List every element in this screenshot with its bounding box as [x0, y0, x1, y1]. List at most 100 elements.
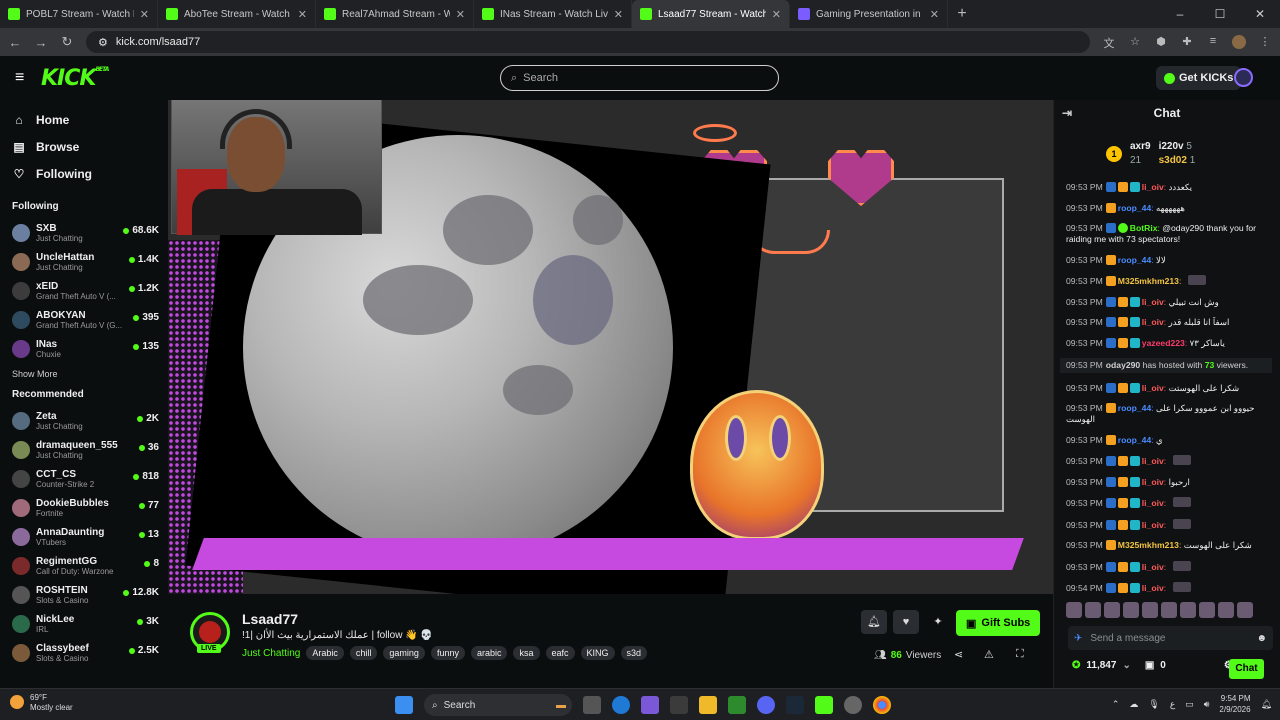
bookmark-star-icon[interactable]: ☆ — [1128, 35, 1142, 49]
kick-app-icon[interactable] — [815, 696, 833, 714]
discord-icon[interactable] — [757, 696, 775, 714]
video-player[interactable] — [168, 100, 1053, 594]
message-username[interactable]: roop_44 — [1118, 203, 1151, 213]
category-link[interactable]: Just Chatting — [242, 648, 300, 659]
sidebar-channel[interactable]: CCT_CS Counter-Strike 2 818 — [12, 464, 168, 493]
profile-avatar[interactable] — [1232, 35, 1246, 49]
task-view-icon[interactable] — [583, 696, 601, 714]
stream-tag[interactable]: ksa — [513, 646, 540, 660]
message-username[interactable]: li_oiv — [1142, 456, 1164, 466]
start-icon[interactable] — [395, 696, 413, 714]
store-icon[interactable] — [670, 696, 688, 714]
sidebar-channel[interactable]: UncleHattan Just Chatting 1.4K — [12, 247, 168, 276]
message-username[interactable]: li_oiv — [1142, 297, 1164, 307]
maximize-icon[interactable]: ☐ — [1200, 0, 1240, 28]
gifter-name[interactable]: axr9 — [1130, 140, 1151, 154]
clock[interactable]: 9:54 PM 2/9/2026 — [1219, 693, 1250, 715]
message-username[interactable]: li_oiv — [1142, 317, 1164, 327]
message-username[interactable]: li_oiv — [1142, 562, 1164, 572]
emote[interactable] — [1142, 602, 1158, 618]
sidebar-channel[interactable]: Zeta Just Chatting 2K — [12, 406, 168, 435]
sidebar-channel[interactable]: SXB Just Chatting 68.6K — [12, 218, 168, 247]
tab-close-icon[interactable]: ✕ — [930, 8, 939, 21]
extension-icon[interactable]: ⬢ — [1154, 35, 1168, 49]
copilot-icon[interactable] — [641, 696, 659, 714]
weather-widget[interactable]: 69°F Mostly clear — [10, 693, 73, 713]
hamburger-menu-icon[interactable]: ≡ — [15, 69, 29, 87]
report-icon[interactable]: ⚠ — [984, 648, 994, 661]
new-tab-button[interactable]: + — [948, 0, 976, 28]
sidebar-channel[interactable]: ABOKYAN Grand Theft Auto V (G... 395 — [12, 305, 168, 334]
tab-close-icon[interactable]: ✕ — [298, 8, 307, 21]
stream-tag[interactable]: chill — [349, 646, 378, 660]
notification-icon[interactable]: 🔔︎ — [1261, 699, 1272, 710]
stream-tag[interactable]: gaming — [383, 646, 425, 660]
tab-close-icon[interactable]: ✕ — [140, 8, 149, 21]
stream-tag[interactable]: arabic — [470, 646, 508, 660]
stream-tag[interactable]: s3d — [620, 646, 648, 660]
reload-icon[interactable]: ↻ — [60, 34, 74, 50]
clip-icon[interactable]: ⛶ — [1016, 648, 1024, 661]
site-info-icon[interactable]: ⚙ — [98, 36, 108, 49]
file-explorer-icon[interactable] — [699, 696, 717, 714]
kick-logo[interactable]: KICKBETA — [41, 66, 109, 91]
browser-tab[interactable]: Gaming Presentation in Black Neon ✕ — [790, 0, 948, 28]
sidebar-channel[interactable]: AnnaDaunting VTubers 13 — [12, 522, 168, 551]
emote[interactable] — [1199, 602, 1215, 618]
send-message-input[interactable]: ✈ Send a message ☻ — [1068, 626, 1273, 650]
emote[interactable] — [1237, 602, 1253, 618]
message-username[interactable]: li_oiv — [1142, 182, 1164, 192]
minimize-icon[interactable]: – — [1160, 0, 1200, 28]
emote[interactable] — [1218, 602, 1234, 618]
cloud-icon[interactable]: ☁ — [1129, 699, 1138, 710]
browser-tab[interactable]: INas Stream - Watch Live on Kick ✕ — [474, 0, 632, 28]
sidebar-channel[interactable]: dramaqueen_555 Just Chatting 36 — [12, 435, 168, 464]
message-username[interactable]: oday290 — [1106, 360, 1140, 370]
sidebar-nav-following[interactable]: ♡ Following — [12, 160, 168, 187]
media-icon[interactable]: ≡ — [1206, 35, 1220, 49]
tab-close-icon[interactable]: ✕ — [456, 8, 465, 21]
back-icon[interactable]: ← — [8, 35, 22, 50]
gifter-name[interactable]: s3d02 — [1159, 155, 1187, 166]
browser-tab[interactable]: Real7Ahmad Stream - Watch Live on Kick ✕ — [316, 0, 474, 28]
gifter-name[interactable]: i220v — [1159, 141, 1184, 152]
close-window-icon[interactable]: ✕ — [1240, 0, 1280, 28]
emote[interactable] — [1180, 602, 1196, 618]
message-username[interactable]: M325mkhm213 — [1118, 276, 1179, 286]
emote[interactable] — [1161, 602, 1177, 618]
message-username[interactable]: M325mkhm213 — [1118, 540, 1179, 550]
get-kicks-button[interactable]: Get KICKs — [1156, 66, 1242, 90]
emote[interactable] — [1085, 602, 1101, 618]
chrome-icon[interactable] — [873, 696, 891, 714]
sidebar-channel[interactable]: DookieBubbles Fortnite 77 — [12, 493, 168, 522]
network-icon[interactable]: ▭ — [1185, 699, 1194, 710]
message-username[interactable]: roop_44 — [1118, 435, 1151, 445]
message-username[interactable]: li_oiv — [1142, 520, 1164, 530]
menu-dots-icon[interactable]: ⋮ — [1258, 35, 1272, 49]
translate-icon[interactable]: 文 — [1102, 35, 1116, 50]
sidebar-nav-browse[interactable]: ▤ Browse — [12, 133, 168, 160]
forward-icon[interactable]: → — [34, 35, 48, 50]
follow-heart-button[interactable]: ♥ — [893, 610, 919, 634]
search-input[interactable]: ⌕ Search — [500, 65, 779, 91]
volume-icon[interactable]: 🔊︎ — [1204, 699, 1210, 710]
stream-tag[interactable]: funny — [430, 646, 465, 660]
chevron-up-icon[interactable]: ⌃ — [1112, 699, 1120, 710]
stream-tag[interactable]: Arabic — [306, 646, 344, 660]
stream-tag[interactable]: KING — [580, 646, 615, 660]
gift-subs-button[interactable]: ▣ Gift Subs — [956, 610, 1041, 636]
message-username[interactable]: li_oiv — [1142, 583, 1164, 593]
sidebar-channel[interactable]: ROSHTEIN Slots & Casino 12.8K — [12, 580, 168, 609]
emote[interactable] — [1066, 602, 1082, 618]
share-icon[interactable]: ⋖ — [954, 648, 963, 661]
edge-icon[interactable] — [612, 696, 630, 714]
user-avatar[interactable] — [1234, 68, 1253, 87]
boost-button[interactable]: ✦ — [925, 610, 951, 634]
sidebar-channel[interactable]: RegimentGG Call of Duty: Warzone 8 — [12, 551, 168, 580]
message-username[interactable]: li_oiv — [1142, 477, 1164, 487]
sidebar-nav-home[interactable]: ⌂ Home — [12, 106, 168, 133]
emote[interactable] — [1104, 602, 1120, 618]
notification-bell-button[interactable]: 🔔︎ — [861, 610, 887, 634]
emoji-icon[interactable]: ☻ — [1256, 633, 1267, 644]
message-username[interactable]: BotRix — [1130, 223, 1158, 233]
